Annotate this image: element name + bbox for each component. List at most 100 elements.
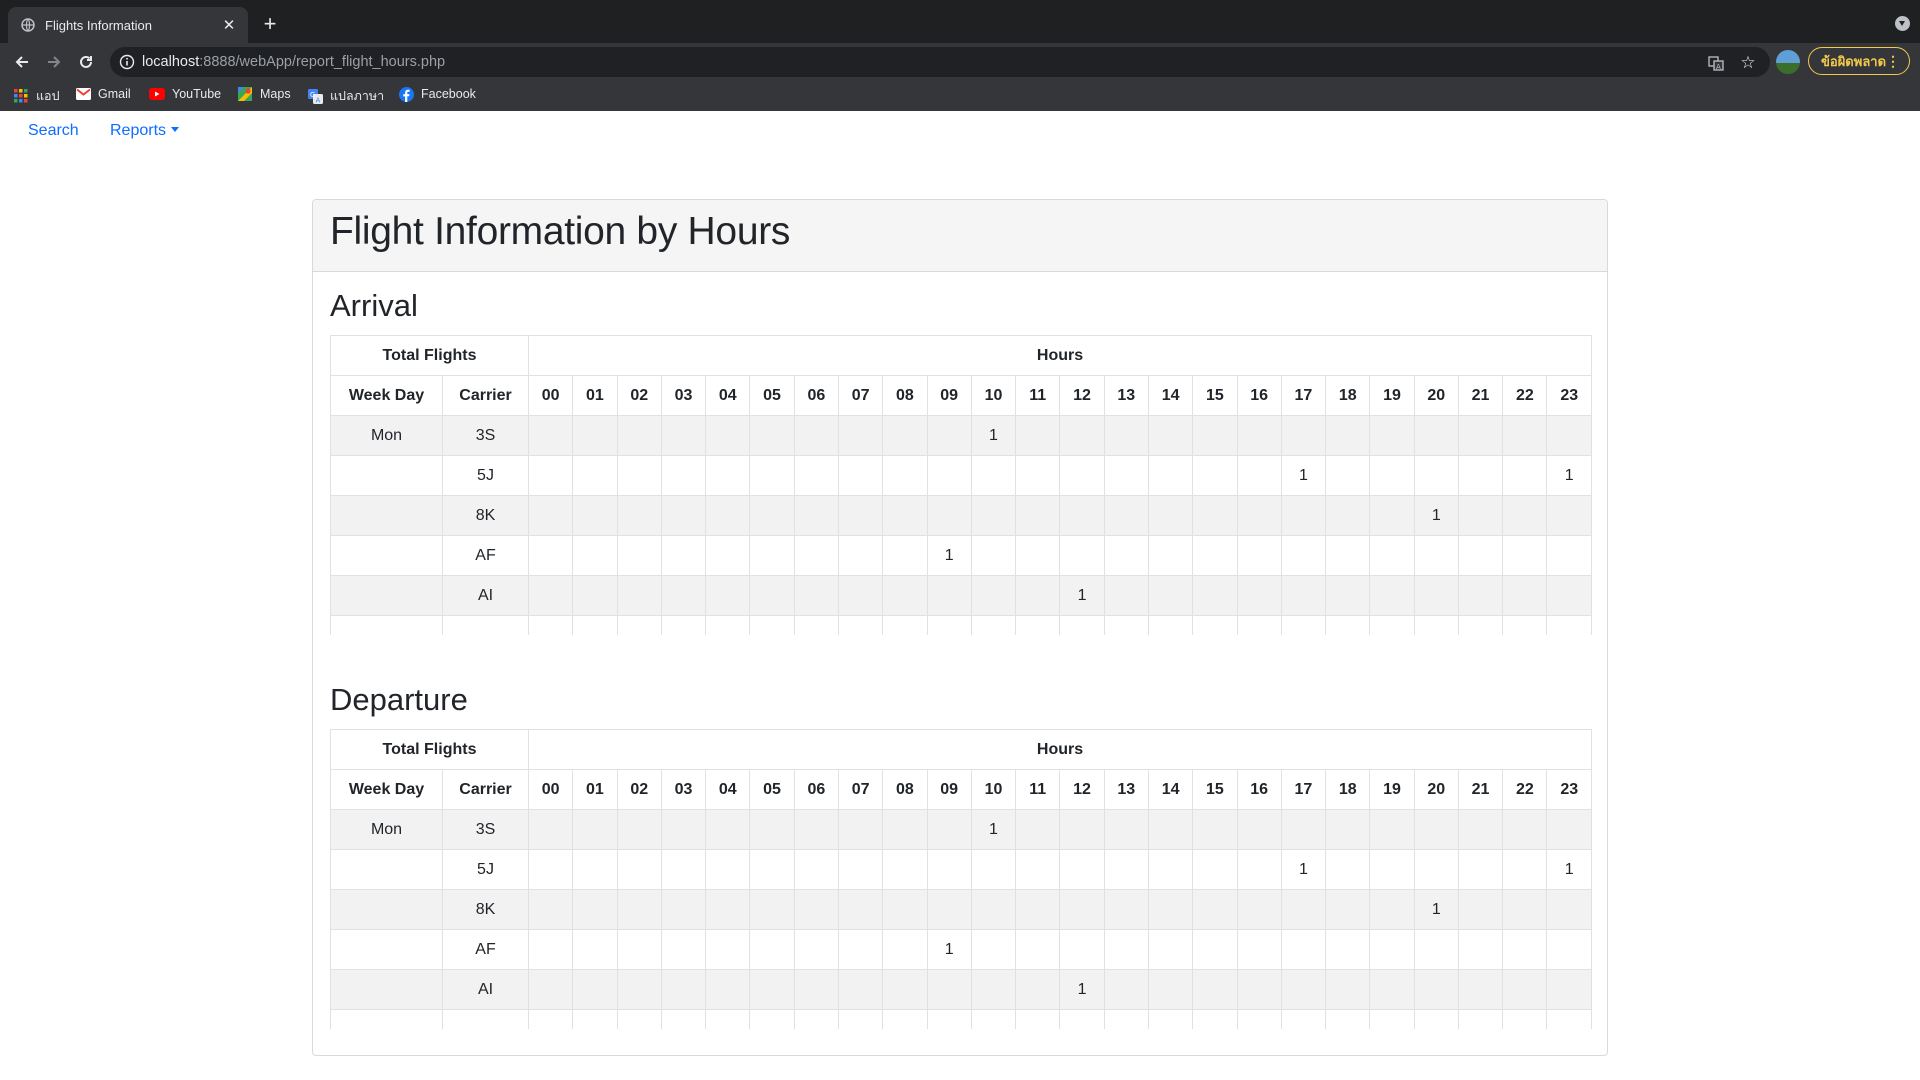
site-info-icon[interactable] <box>119 54 135 70</box>
flight-count-cell <box>660 849 707 890</box>
flight-count-cell <box>793 969 839 1010</box>
arrival-table-scroll[interactable]: Total Flights Hours Week Day Carrier 00 01 02 0… <box>330 335 1592 635</box>
translate-page-icon[interactable]: A <box>1707 54 1725 72</box>
flight-count-cell <box>793 1009 839 1029</box>
url-text[interactable]: localhost:8888/webApp/report_flight_hour… <box>142 54 445 70</box>
nav-search-link[interactable]: Search <box>28 122 79 140</box>
flight-count-cell <box>970 575 1017 616</box>
hour-column-header: 14 <box>1147 375 1194 416</box>
flight-count-cell <box>837 1009 884 1029</box>
departure-table-scroll[interactable]: Total Flights Hours Week Day Carrier 00 01 02 0… <box>330 729 1592 1029</box>
flight-count-cell <box>616 455 662 496</box>
flight-count-cell <box>926 495 972 536</box>
flight-count-cell <box>749 455 795 496</box>
back-arrow-icon[interactable] <box>11 51 33 73</box>
table-row <box>330 1009 1592 1029</box>
hour-column-header: 15 <box>1192 769 1238 810</box>
flight-count-cell <box>1059 809 1105 850</box>
flight-count-cell <box>1369 415 1415 456</box>
hour-column-header: 06 <box>793 375 839 416</box>
flight-count-cell <box>837 929 884 970</box>
flight-count-cell <box>749 575 795 616</box>
hour-column-header: 19 <box>1369 375 1415 416</box>
flight-count-cell <box>1236 575 1282 616</box>
flight-count-cell <box>572 929 618 970</box>
flight-count-cell <box>1369 575 1415 616</box>
profile-avatar[interactable] <box>1776 50 1800 74</box>
hour-column-header: 02 <box>616 769 662 810</box>
close-tab-icon[interactable]: ✕ <box>220 16 238 34</box>
flight-count-cell <box>926 415 972 456</box>
tab-search-icon[interactable] <box>1895 16 1910 31</box>
flight-count-cell <box>1457 575 1504 616</box>
table-row: AF 1 <box>330 929 1592 970</box>
flight-count-cell <box>837 809 884 850</box>
flight-count-cell <box>572 615 618 635</box>
flight-count-cell <box>1413 969 1459 1010</box>
flight-count-cell <box>749 615 795 635</box>
flight-count-cell <box>882 575 928 616</box>
hour-column-header: 18 <box>1325 375 1371 416</box>
week-day-header: Week Day <box>330 375 443 416</box>
table-row <box>330 615 1592 635</box>
carrier-cell <box>441 1009 530 1029</box>
bookmark-apps[interactable]: แอป <box>13 86 60 106</box>
flight-count-cell <box>926 809 972 850</box>
flight-count-cell <box>1457 889 1504 930</box>
flight-count-cell <box>528 849 574 890</box>
flight-count-cell <box>1103 809 1149 850</box>
bookmark-gmail[interactable]: Gmail <box>75 86 131 102</box>
flight-count-cell <box>1059 615 1105 635</box>
flight-count-cell <box>1059 535 1105 576</box>
flight-count-cell <box>1192 1009 1238 1029</box>
bookmark-label: แปลภาษา <box>330 89 385 103</box>
flight-count-cell <box>1413 455 1459 496</box>
flight-count-cell <box>1147 575 1194 616</box>
forward-arrow-icon[interactable] <box>43 51 65 73</box>
week-day-cell <box>330 495 443 536</box>
browser-tab-strip: Flights Information ✕ + <box>0 0 1920 43</box>
bookmark-youtube[interactable]: YouTube <box>149 86 221 102</box>
flight-count-cell <box>705 809 751 850</box>
flight-count-cell <box>1147 495 1194 536</box>
week-day-cell <box>330 849 443 890</box>
error-button-label: ข้อผิดพลาด <box>1821 53 1887 69</box>
flight-count-cell <box>837 889 884 930</box>
nav-reports-label: Reports <box>110 122 167 139</box>
flight-count-cell <box>1236 495 1282 536</box>
hour-column-header: 00 <box>528 375 574 416</box>
flight-count-cell <box>970 849 1017 890</box>
bookmark-star-icon[interactable]: ☆ <box>1739 53 1757 72</box>
flight-count-cell <box>1369 615 1415 635</box>
new-tab-icon[interactable]: + <box>258 12 282 36</box>
bookmark-maps[interactable]: Maps <box>237 86 291 102</box>
flight-count-cell <box>926 849 972 890</box>
flight-count-cell <box>1147 809 1194 850</box>
flight-count-cell <box>837 495 884 536</box>
flight-count-cell: 1 <box>1546 455 1592 496</box>
flight-count-cell <box>1059 415 1105 456</box>
flight-count-cell <box>1502 615 1548 635</box>
flight-count-cell <box>793 415 839 456</box>
header-row: Total Flights Hours <box>330 729 1592 770</box>
hour-column-header: 09 <box>926 375 972 416</box>
flight-count-cell <box>749 969 795 1010</box>
flight-count-cell <box>1413 575 1459 616</box>
translate-icon: GA <box>307 88 323 104</box>
error-button[interactable]: ข้อผิดพลาด ⋮ <box>1808 47 1910 75</box>
maps-icon <box>237 86 253 102</box>
browser-tab[interactable]: Flights Information ✕ <box>8 7 248 43</box>
bookmark-translate[interactable]: GA แปลภาษา <box>307 86 384 106</box>
carrier-cell: 5J <box>441 849 530 890</box>
flight-count-cell <box>882 615 928 635</box>
hour-column-header: 12 <box>1059 375 1105 416</box>
flight-count-cell: 1 <box>1413 889 1459 930</box>
flight-count-cell: 1 <box>970 415 1017 456</box>
nav-reports-dropdown[interactable]: Reports <box>110 122 180 140</box>
address-bar[interactable]: localhost:8888/webApp/report_flight_hour… <box>110 47 1770 77</box>
table-row: AF 1 <box>330 535 1592 576</box>
flight-count-cell <box>1369 455 1415 496</box>
bookmark-facebook[interactable]: Facebook <box>398 86 476 102</box>
flight-count-cell <box>1325 575 1371 616</box>
reload-icon[interactable] <box>75 51 97 73</box>
